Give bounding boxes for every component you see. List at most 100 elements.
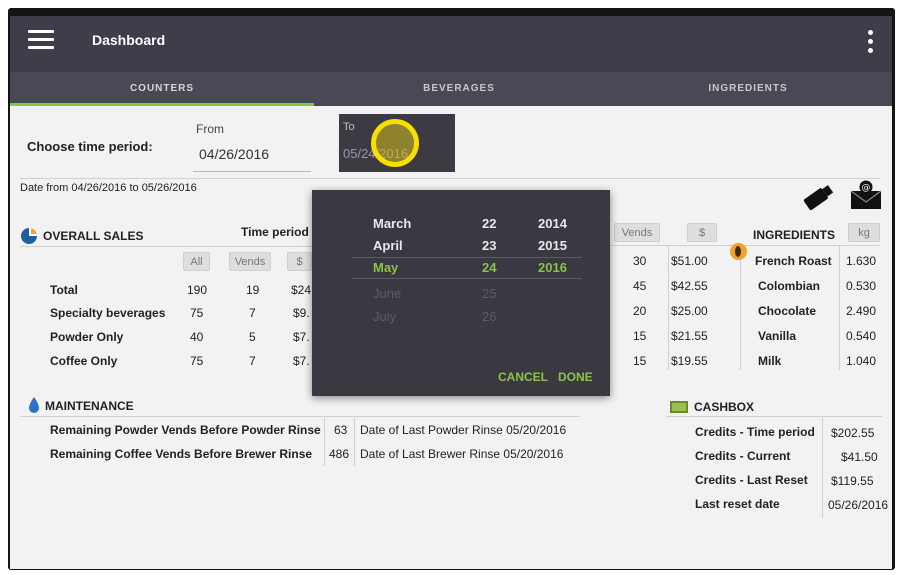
row-label: Powder Only xyxy=(50,330,124,344)
row-vends: 7 xyxy=(249,306,256,320)
tab-counters[interactable]: COUNTERS xyxy=(10,72,314,106)
right-vends-1: 45 xyxy=(633,279,647,293)
right-dollar-0: $51.00 xyxy=(671,254,708,268)
to-label: To xyxy=(343,121,355,133)
active-tab-indicator xyxy=(10,103,314,106)
right-dollar-4: $19.55 xyxy=(671,354,708,368)
done-button[interactable]: DONE xyxy=(558,370,593,384)
tab-beverages[interactable]: BEVERAGES xyxy=(314,72,604,106)
picker-year-selected[interactable]: 2016 xyxy=(538,260,567,275)
picker-year-0[interactable]: 2014 xyxy=(538,216,567,231)
picker-month-selected[interactable]: May xyxy=(373,260,398,275)
menu-icon[interactable] xyxy=(28,30,54,50)
right-dollar-2: $25.00 xyxy=(671,304,708,318)
row-all: 75 xyxy=(190,306,204,320)
ingredient-name-1: Colombian xyxy=(758,279,820,293)
row-all: 40 xyxy=(190,330,204,344)
picker-year-1[interactable]: 2015 xyxy=(538,238,567,253)
right-vends-2: 20 xyxy=(633,304,647,318)
cashbox-label-0: Credits - Time period xyxy=(695,425,815,439)
row-all: 190 xyxy=(187,283,208,297)
row-vends: 7 xyxy=(249,354,256,368)
from-date-field[interactable]: 04/26/2016 xyxy=(199,146,269,162)
time-period-label: Time period xyxy=(241,225,309,239)
cashbox-label-2: Credits - Last Reset xyxy=(695,473,808,487)
cashbox-value-3: 05/26/2016 xyxy=(828,498,889,512)
right-dollar-3: $21.55 xyxy=(671,329,708,343)
row-dollar: $7. xyxy=(293,354,310,368)
coffee-bean-icon xyxy=(730,243,747,260)
right-vends-3: 15 xyxy=(633,329,647,343)
picker-day-0[interactable]: 22 xyxy=(482,216,496,231)
picker-divider-top xyxy=(352,257,582,258)
picker-day-3[interactable]: 25 xyxy=(482,286,496,301)
ingredient-kg-3: 0.540 xyxy=(846,329,877,343)
col-all-header: All xyxy=(183,252,210,271)
svg-text:@: @ xyxy=(862,183,871,193)
row-dollar: $24 xyxy=(291,283,312,297)
maintenance-label-0: Remaining Powder Vends Before Powder Rin… xyxy=(50,423,321,437)
maintenance-value-0: 63 xyxy=(334,423,348,437)
row-all: 75 xyxy=(190,354,204,368)
row-dollar: $9. xyxy=(293,306,310,320)
row-label: Coffee Only xyxy=(50,354,118,368)
ingredient-name-4: Milk xyxy=(758,354,782,368)
overall-sales-heading: OVERALL SALES xyxy=(43,229,144,243)
cashbox-value-1: $41.50 xyxy=(841,450,878,464)
right-dollar-1: $42.55 xyxy=(671,279,708,293)
col-vends-header: Vends xyxy=(614,223,660,242)
ingredient-kg-1: 0.530 xyxy=(846,279,877,293)
picker-month-0[interactable]: March xyxy=(373,216,411,231)
ingredient-name-3: Vanilla xyxy=(758,329,797,343)
row-vends: 5 xyxy=(249,330,256,344)
picker-month-3[interactable]: June xyxy=(373,286,401,301)
picker-month-4[interactable]: July xyxy=(373,309,396,324)
ingredient-kg-2: 2.490 xyxy=(846,304,877,318)
row-label: Total xyxy=(50,283,78,297)
tab-bar: COUNTERS BEVERAGES INGREDIENTS xyxy=(10,72,892,106)
ingredient-kg-0: 1.630 xyxy=(846,254,877,268)
cashbox-heading: CASHBOX xyxy=(694,400,755,414)
picker-day-1[interactable]: 23 xyxy=(482,238,496,253)
app-title: Dashboard xyxy=(92,32,166,48)
col-vends-header: Vends xyxy=(229,252,271,271)
pie-chart-icon xyxy=(21,228,37,244)
email-icon[interactable]: @ xyxy=(849,179,883,211)
maintenance-heading: MAINTENANCE xyxy=(45,399,134,413)
more-vert-icon[interactable] xyxy=(862,28,878,56)
picker-month-1[interactable]: April xyxy=(373,238,403,253)
app-screen: Dashboard COUNTERS BEVERAGES INGREDIENTS… xyxy=(10,16,892,569)
app-bar: Dashboard xyxy=(10,16,892,72)
cashbox-value-0: $202.55 xyxy=(831,426,875,440)
water-drop-icon xyxy=(29,397,39,413)
picker-day-4[interactable]: 26 xyxy=(482,309,496,324)
from-label: From xyxy=(196,122,224,136)
cash-icon xyxy=(670,401,688,413)
picker-divider-bottom xyxy=(352,278,582,279)
row-dollar: $7. xyxy=(293,330,310,344)
picker-day-selected[interactable]: 24 xyxy=(482,260,496,275)
maintenance-note-0: Date of Last Powder Rinse 05/20/2016 xyxy=(360,423,567,437)
right-vends-4: 15 xyxy=(633,354,647,368)
ingredients-heading: INGREDIENTS xyxy=(753,228,836,242)
col-kg-header: kg xyxy=(848,223,880,242)
col-dollar-header: $ xyxy=(687,223,717,242)
cashbox-label-1: Credits - Current xyxy=(695,449,791,463)
maintenance-note-1: Date of Last Brewer Rinse 05/20/2016 xyxy=(360,447,564,461)
tab-ingredients[interactable]: INGREDIENTS xyxy=(604,72,892,106)
maintenance-label-1: Remaining Coffee Vends Before Brewer Rin… xyxy=(50,447,313,461)
usb-drive-icon[interactable] xyxy=(800,182,836,212)
ingredient-kg-4: 1.040 xyxy=(846,354,877,368)
ingredient-name-0: French Roast xyxy=(755,254,832,268)
row-label: Specialty beverages xyxy=(50,306,166,320)
col-dollar-header: $ xyxy=(287,252,312,271)
touch-indicator xyxy=(371,119,419,167)
cashbox-value-2: $119.55 xyxy=(831,474,874,488)
cashbox-label-3: Last reset date xyxy=(695,497,780,511)
row-vends: 19 xyxy=(246,283,260,297)
cancel-button[interactable]: CANCEL xyxy=(498,370,548,384)
right-vends-0: 30 xyxy=(633,254,647,268)
date-range-text: Date from 04/26/2016 to 05/26/2016 xyxy=(20,182,197,194)
maintenance-value-1: 486 xyxy=(329,447,350,461)
ingredient-name-2: Chocolate xyxy=(758,304,817,318)
